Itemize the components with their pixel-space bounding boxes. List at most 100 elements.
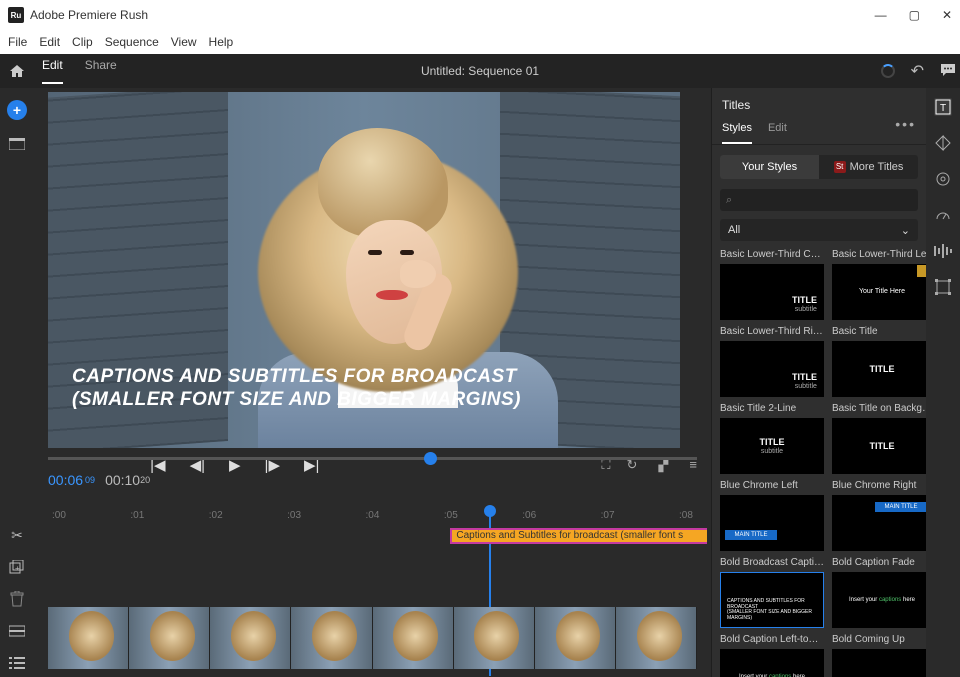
title-preset-item[interactable]: Basic Lower-Third LeftYour Title Here: [832, 247, 926, 320]
title-preset-thumbnail[interactable]: Your Title Here: [832, 264, 926, 320]
video-preview[interactable]: CAPTIONS AND SUBTITLES FOR BROADCAST (SM…: [48, 92, 680, 448]
preview-caption-overlay: CAPTIONS AND SUBTITLES FOR BROADCAST (SM…: [72, 366, 521, 412]
duration-frames: 20: [140, 475, 150, 485]
right-toolbar: T: [926, 88, 960, 677]
caption-line2: (SMALLER FONT SIZE AND BIGGER MARGINS): [72, 389, 521, 412]
timeline[interactable]: [34, 545, 711, 677]
title-preset-item[interactable]: Basic Title 2-LineTITLEsubtitle: [720, 401, 824, 474]
title-preset-thumbnail[interactable]: TITLE: [832, 418, 926, 474]
search-field[interactable]: [736, 193, 913, 208]
clip-thumbnail[interactable]: [454, 607, 535, 669]
title-preset-thumbnail[interactable]: MAIN TITLE: [832, 495, 926, 551]
clip-thumbnail[interactable]: [291, 607, 372, 669]
title-preset-label: Blue Chrome Left: [720, 478, 824, 495]
clip-thumbnail[interactable]: [210, 607, 291, 669]
stock-badge-icon: St: [834, 161, 846, 173]
titles-tool-button[interactable]: T: [934, 98, 952, 116]
color-tool-button[interactable]: [934, 170, 952, 188]
panel-tab-styles[interactable]: Styles: [722, 116, 752, 144]
title-preset-item[interactable]: Blue Chrome LeftMAIN TITLE: [720, 478, 824, 551]
window-minimize[interactable]: —: [875, 8, 887, 22]
title-preset-item[interactable]: Basic Lower-Third Ri…TITLEsubtitle: [720, 324, 824, 397]
title-preset-thumbnail[interactable]: TITLEsubtitle: [720, 341, 824, 397]
window-close[interactable]: ✕: [942, 8, 952, 22]
title-preset-thumbnail[interactable]: TITLE: [832, 341, 926, 397]
title-preset-thumbnail[interactable]: [832, 649, 926, 677]
project-panel-button[interactable]: [7, 136, 27, 152]
panel-tab-edit[interactable]: Edit: [768, 116, 787, 144]
title-preset-thumbnail[interactable]: TITLEsubtitle: [720, 418, 824, 474]
segment-your-styles[interactable]: Your Styles: [720, 155, 819, 179]
tab-share[interactable]: Share: [85, 58, 117, 84]
title-preset-label: Basic Lower-Third C…: [720, 247, 824, 264]
menu-sequence[interactable]: Sequence: [105, 35, 159, 49]
video-track[interactable]: [48, 607, 697, 669]
titles-search-input[interactable]: ⌕: [720, 189, 918, 211]
title-preset-thumbnail[interactable]: MAIN TITLE: [720, 495, 824, 551]
title-preset-label: Basic Lower-Third Ri…: [720, 324, 824, 341]
current-time: 00:06: [48, 472, 83, 488]
sequence-title: Untitled: Sequence 01: [421, 64, 539, 78]
delete-button[interactable]: [7, 591, 27, 607]
chevron-down-icon: ⌄: [901, 224, 910, 237]
timeline-ruler[interactable]: :00 :01 :02 :03 :04 :05 :06 :07 :08 Capt…: [48, 510, 697, 521]
menu-help[interactable]: Help: [209, 35, 234, 49]
ruler-mark: :06: [522, 510, 536, 521]
title-preset-label: Bold Broadcast Capti…: [720, 555, 824, 572]
expand-tracks-button[interactable]: [7, 623, 27, 639]
category-dropdown[interactable]: All ⌄: [720, 219, 918, 241]
clip-thumbnail[interactable]: [48, 607, 129, 669]
menu-edit[interactable]: Edit: [39, 35, 60, 49]
title-preset-label: Basic Title on Backg…: [832, 401, 926, 418]
title-preset-label: Bold Caption Fade: [832, 555, 926, 572]
app-icon: Ru: [8, 7, 24, 23]
duration-time: 00:10: [105, 472, 140, 488]
title-clip[interactable]: Captions and Subtitles for broadcast (sm…: [450, 528, 707, 544]
segment-more-label: More Titles: [850, 161, 904, 173]
track-list-button[interactable]: [7, 655, 27, 671]
transform-tool-button[interactable]: [934, 278, 952, 296]
home-button[interactable]: [4, 58, 30, 84]
clip-thumbnail[interactable]: [535, 607, 616, 669]
clip-thumbnail[interactable]: [129, 607, 210, 669]
audio-tool-button[interactable]: [934, 242, 952, 260]
comments-button[interactable]: [940, 63, 956, 80]
current-frames: 09: [85, 475, 95, 485]
title-preset-item[interactable]: Bold Coming Up: [832, 632, 926, 677]
window-maximize[interactable]: ▢: [909, 8, 920, 22]
title-preset-thumbnail[interactable]: Insert your captions here: [720, 649, 824, 677]
tab-edit[interactable]: Edit: [42, 58, 63, 84]
undo-button[interactable]: ↶: [911, 61, 924, 81]
menu-clip[interactable]: Clip: [72, 35, 93, 49]
menu-file[interactable]: File: [8, 35, 27, 49]
title-preset-item[interactable]: Basic Lower-Third C…TITLEsubtitle: [720, 247, 824, 320]
app-menubar: File Edit Clip Sequence View Help: [0, 30, 960, 54]
title-preset-item[interactable]: Basic Title on Backg…TITLE: [832, 401, 926, 474]
title-preset-thumbnail[interactable]: TITLEsubtitle: [720, 264, 824, 320]
progress-bar[interactable]: [48, 457, 697, 460]
title-preset-item[interactable]: Bold Caption FadeInsert your captions he…: [832, 555, 926, 628]
segment-more-titles[interactable]: St More Titles: [819, 155, 918, 179]
scissors-button[interactable]: ✂: [7, 527, 27, 543]
speed-tool-button[interactable]: [934, 206, 952, 224]
title-preset-item[interactable]: Bold Caption Left-to…Insert your caption…: [720, 632, 824, 677]
clip-thumbnail[interactable]: [616, 607, 697, 669]
title-preset-thumbnail[interactable]: CAPTIONS AND SUBTITLES FOR BROADCAST(SMA…: [720, 572, 824, 628]
ruler-mark: :05: [444, 510, 458, 521]
title-preset-item[interactable]: Bold Broadcast Capti…CAPTIONS AND SUBTIT…: [720, 555, 824, 628]
search-icon: ⌕: [726, 194, 732, 207]
title-preset-item[interactable]: Blue Chrome RightMAIN TITLE: [832, 478, 926, 551]
sync-spinner-icon: [881, 64, 895, 78]
transitions-tool-button[interactable]: [934, 134, 952, 152]
home-icon: [9, 64, 25, 78]
clip-thumbnail[interactable]: [373, 607, 454, 669]
ruler-mark: :08: [679, 510, 693, 521]
duplicate-button[interactable]: +: [7, 559, 27, 575]
title-preset-thumbnail[interactable]: Insert your captions here: [832, 572, 926, 628]
add-media-button[interactable]: +: [7, 100, 27, 120]
window-titlebar: Ru Adobe Premiere Rush — ▢ ✕: [0, 0, 960, 30]
menu-view[interactable]: View: [171, 35, 197, 49]
caption-line1: CAPTIONS AND SUBTITLES FOR BROADCAST: [72, 366, 521, 389]
panel-more-icon[interactable]: •••: [895, 116, 916, 144]
title-preset-item[interactable]: Basic TitleTITLE: [832, 324, 926, 397]
